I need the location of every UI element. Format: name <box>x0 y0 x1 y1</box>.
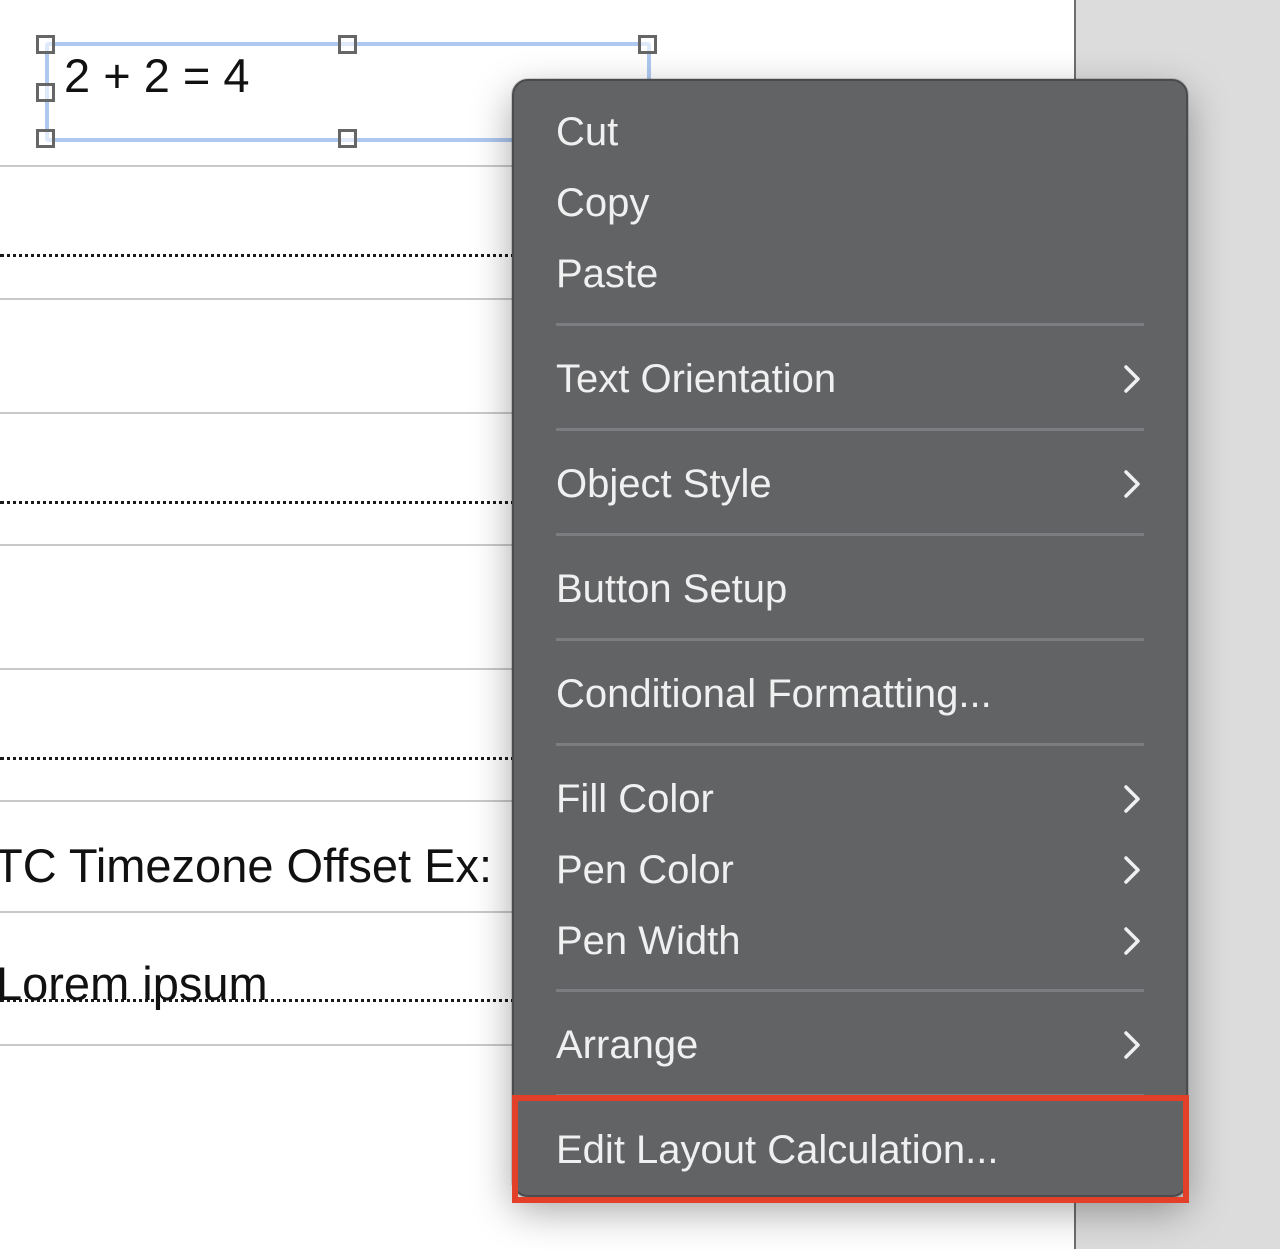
menu-item-button-setup[interactable]: Button Setup <box>556 559 1144 619</box>
chevron-right-icon <box>1124 785 1140 813</box>
menu-item-label: Button Setup <box>556 567 788 611</box>
calculation-text[interactable]: 2 + 2 = 4 <box>64 48 250 103</box>
menu-separator <box>556 989 1144 992</box>
menu-separator <box>556 638 1144 641</box>
menu-item-object-style[interactable]: Object Style <box>556 454 1144 514</box>
menu-item-copy[interactable]: Copy <box>556 173 1144 233</box>
menu-separator <box>556 743 1144 746</box>
chevron-right-icon <box>1124 1031 1140 1059</box>
menu-item-label: Copy <box>556 181 650 225</box>
menu-item-label: Pen Color <box>556 848 734 892</box>
menu-item-pen-color[interactable]: Pen Color <box>556 840 1144 900</box>
menu-item-paste[interactable]: Paste <box>556 244 1144 304</box>
menu-item-label: Object Style <box>556 462 772 506</box>
menu-item-pen-width[interactable]: Pen Width <box>556 911 1144 971</box>
resize-handle-top-left[interactable] <box>36 35 55 54</box>
menu-item-fill-color[interactable]: Fill Color <box>556 769 1144 829</box>
menu-item-conditional-formatting[interactable]: Conditional Formatting... <box>556 664 1144 724</box>
menu-separator <box>556 428 1144 431</box>
menu-item-text-orientation[interactable]: Text Orientation <box>556 349 1144 409</box>
chevron-right-icon <box>1124 856 1140 884</box>
chevron-right-icon <box>1124 470 1140 498</box>
highlight-annotation-box <box>512 1095 1189 1203</box>
menu-item-label: Arrange <box>556 1023 699 1067</box>
field-lorem-ipsum[interactable]: Lorem ipsum <box>0 956 268 1011</box>
menu-separator <box>556 323 1144 326</box>
resize-handle-bottom-middle[interactable] <box>338 129 357 148</box>
chevron-right-icon <box>1124 365 1140 393</box>
menu-item-arrange[interactable]: Arrange <box>556 1015 1144 1075</box>
menu-item-label: Fill Color <box>556 777 714 821</box>
menu-item-label: Paste <box>556 252 659 296</box>
resize-handle-top-middle[interactable] <box>338 35 357 54</box>
menu-separator <box>556 533 1144 536</box>
resize-handle-top-right[interactable] <box>638 35 657 54</box>
menu-item-label: Text Orientation <box>556 357 837 401</box>
context-menu: Cut Copy Paste Text Orientation Object S… <box>512 79 1188 1197</box>
field-label-timezone[interactable]: TC Timezone Offset Ex: <box>0 838 492 893</box>
resize-handle-bottom-left[interactable] <box>36 129 55 148</box>
menu-item-cut[interactable]: Cut <box>556 102 1144 162</box>
resize-handle-middle-left[interactable] <box>36 83 55 102</box>
menu-item-label: Cut <box>556 110 619 154</box>
chevron-right-icon <box>1124 927 1140 955</box>
menu-item-label: Conditional Formatting... <box>556 672 992 716</box>
menu-item-label: Pen Width <box>556 919 741 963</box>
